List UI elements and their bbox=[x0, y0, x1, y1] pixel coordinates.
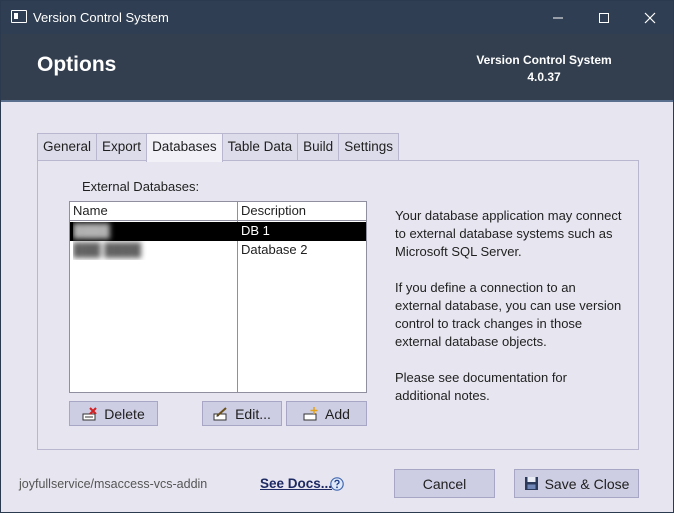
list-item-name: ███ ████ bbox=[73, 242, 142, 257]
save-icon bbox=[524, 477, 538, 490]
list-item[interactable]: ███ ████ Database 2 bbox=[70, 241, 366, 260]
help-paragraph: Please see documentation for additional … bbox=[395, 370, 567, 403]
maximize-icon bbox=[599, 12, 609, 23]
tab-table-data[interactable]: Table Data bbox=[221, 133, 299, 161]
tab-databases[interactable]: Databases bbox=[146, 133, 223, 162]
product-name: Version Control System bbox=[476, 53, 612, 67]
help-paragraph: If you define a connection to an externa… bbox=[395, 280, 622, 349]
external-databases-label: External Databases: bbox=[82, 179, 200, 194]
options-tabs: General Export Databases Table Data Buil… bbox=[37, 133, 399, 162]
add-button-label: Add bbox=[325, 405, 350, 422]
options-window: Version Control System Options Version C… bbox=[0, 0, 674, 513]
minimize-icon bbox=[553, 17, 563, 18]
tab-export[interactable]: Export bbox=[96, 133, 148, 161]
app-window-icon bbox=[11, 10, 27, 23]
repository-label: joyfullservice/msaccess-vcs-addin bbox=[19, 477, 208, 491]
edit-button-label: Edit... bbox=[235, 405, 271, 422]
column-header-name[interactable]: Name bbox=[70, 202, 238, 221]
delete-icon bbox=[82, 406, 97, 420]
page-title: Options bbox=[37, 53, 117, 76]
list-item-description: Database 2 bbox=[241, 242, 308, 257]
options-header: Options Version Control System 4.0.37 bbox=[1, 34, 673, 102]
list-item[interactable]: ████ DB 1 bbox=[70, 222, 366, 241]
close-button[interactable] bbox=[627, 1, 673, 34]
column-header-description[interactable]: Description bbox=[238, 202, 366, 221]
save-close-button-label: Save & Close bbox=[544, 475, 630, 492]
delete-button[interactable]: Delete bbox=[69, 401, 158, 426]
tab-settings[interactable]: Settings bbox=[338, 133, 399, 161]
save-close-button[interactable]: Save & Close bbox=[514, 469, 639, 498]
product-version: 4.0.37 bbox=[527, 70, 561, 84]
window-title: Version Control System bbox=[33, 10, 169, 25]
maximize-button[interactable] bbox=[581, 1, 627, 34]
help-paragraph: Your database application may connect to… bbox=[395, 208, 622, 259]
title-bar: Version Control System bbox=[1, 1, 673, 34]
cancel-button-label: Cancel bbox=[422, 475, 467, 492]
delete-button-label: Delete bbox=[104, 405, 145, 422]
help-icon[interactable] bbox=[330, 477, 344, 491]
add-icon bbox=[303, 406, 318, 420]
close-icon bbox=[644, 12, 656, 23]
external-databases-list[interactable]: Name Description ████ DB 1 ███ ████ Data… bbox=[69, 201, 367, 393]
list-item-name: ████ bbox=[73, 223, 110, 238]
tab-build[interactable]: Build bbox=[297, 133, 340, 161]
edit-button[interactable]: Edit... bbox=[202, 401, 282, 426]
tab-general[interactable]: General bbox=[37, 133, 98, 161]
edit-icon bbox=[213, 406, 227, 420]
see-docs-link[interactable]: See Docs... bbox=[260, 476, 332, 491]
cancel-button[interactable]: Cancel bbox=[394, 469, 495, 498]
minimize-button[interactable] bbox=[535, 1, 581, 34]
databases-help-text: Your database application may connect to… bbox=[395, 207, 625, 423]
add-button[interactable]: Add bbox=[286, 401, 367, 426]
list-item-description: DB 1 bbox=[241, 223, 270, 238]
